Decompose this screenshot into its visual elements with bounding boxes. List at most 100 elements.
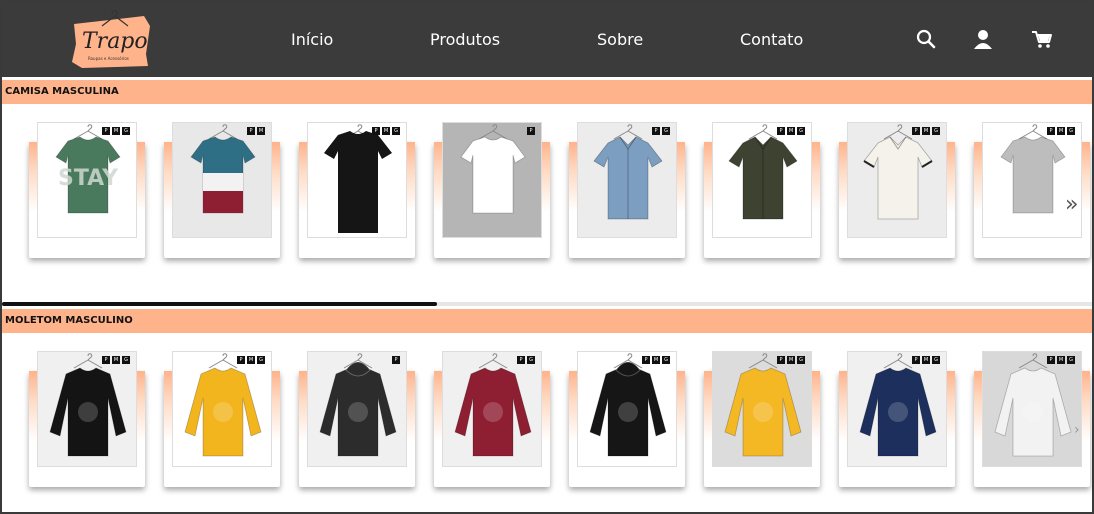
- size-badge[interactable]: M: [922, 127, 930, 135]
- section-title: CAMISA MASCULINA: [5, 86, 119, 97]
- product-card[interactable]: PM: [164, 122, 280, 259]
- size-badge[interactable]: P: [912, 356, 920, 364]
- product-image[interactable]: PG: [442, 351, 542, 467]
- size-badge[interactable]: P: [1047, 356, 1055, 364]
- product-card[interactable]: PG: [569, 122, 685, 259]
- product-card[interactable]: PMG: [839, 351, 955, 488]
- size-badge[interactable]: G: [932, 356, 940, 364]
- product-image[interactable]: PMG: [982, 122, 1082, 238]
- product-card[interactable]: PMG: [299, 122, 415, 259]
- product-image[interactable]: PMG: [172, 351, 272, 467]
- product-card[interactable]: PMG: [569, 351, 685, 488]
- product-card[interactable]: PG: [434, 351, 550, 488]
- size-badges: PMG: [777, 356, 805, 364]
- product-image[interactable]: PM: [172, 122, 272, 238]
- product-image[interactable]: PMG: [847, 351, 947, 467]
- product-image[interactable]: PMG: [307, 122, 407, 238]
- size-badge[interactable]: G: [1067, 356, 1075, 364]
- size-badge[interactable]: G: [797, 127, 805, 135]
- size-badge[interactable]: P: [102, 356, 110, 364]
- product-card[interactable]: STAY P M G: [29, 122, 145, 259]
- size-badge[interactable]: G: [1067, 127, 1075, 135]
- size-badge[interactable]: M: [247, 356, 255, 364]
- size-badge[interactable]: M: [787, 127, 795, 135]
- product-card[interactable]: PMG: [839, 122, 955, 259]
- product-card[interactable]: PMG: [704, 351, 820, 488]
- size-badge[interactable]: G: [527, 356, 535, 364]
- product-image[interactable]: STAY P M G: [37, 122, 137, 238]
- product-card[interactable]: PMG: [704, 122, 820, 259]
- size-badge[interactable]: P: [237, 356, 245, 364]
- size-badge[interactable]: P: [652, 127, 660, 135]
- nav-link-contato[interactable]: Contato: [740, 30, 803, 49]
- product-card[interactable]: P: [299, 351, 415, 488]
- search-icon[interactable]: [915, 28, 937, 50]
- size-badge[interactable]: P: [912, 127, 920, 135]
- size-badge[interactable]: M: [652, 356, 660, 364]
- size-badge[interactable]: P: [777, 127, 785, 135]
- size-badges: PMG: [372, 127, 400, 135]
- size-badge[interactable]: G: [122, 127, 130, 135]
- product-card[interactable]: PMG: [29, 351, 145, 488]
- product-image[interactable]: P: [307, 351, 407, 467]
- chevron-right-icon[interactable]: »: [1065, 192, 1078, 217]
- nav-link-inicio[interactable]: Início: [291, 30, 333, 49]
- size-badge[interactable]: M: [112, 127, 120, 135]
- product-card[interactable]: PMG: [164, 351, 280, 488]
- user-icon[interactable]: [972, 28, 994, 50]
- size-badge[interactable]: P: [247, 127, 255, 135]
- size-badge[interactable]: G: [797, 356, 805, 364]
- carousel-scrollbar-thumb[interactable]: [2, 302, 437, 306]
- size-badge[interactable]: P: [372, 127, 380, 135]
- chevron-right-icon[interactable]: ›: [1074, 422, 1080, 438]
- size-badges: PMG: [912, 356, 940, 364]
- product-image[interactable]: PMG: [37, 351, 137, 467]
- cart-icon[interactable]: [1031, 28, 1053, 50]
- size-badge[interactable]: M: [257, 127, 265, 135]
- size-badge[interactable]: M: [382, 127, 390, 135]
- svg-text:STAY: STAY: [58, 166, 119, 191]
- size-badge[interactable]: G: [392, 127, 400, 135]
- size-badge[interactable]: P: [392, 356, 400, 364]
- size-badge[interactable]: P: [102, 127, 110, 135]
- product-image[interactable]: PMG: [577, 351, 677, 467]
- size-badge[interactable]: G: [257, 356, 265, 364]
- product-image[interactable]: PMG: [712, 122, 812, 238]
- size-badge[interactable]: P: [1047, 127, 1055, 135]
- product-image[interactable]: PMG: [982, 351, 1082, 467]
- product-image[interactable]: PMG: [712, 351, 812, 467]
- size-badge[interactable]: P: [527, 127, 535, 135]
- product-card[interactable]: P: [434, 122, 550, 259]
- brand-logo[interactable]: Trapo Roupas e Acessórios: [68, 10, 152, 70]
- navbar: Trapo Roupas e Acessórios Início Produto…: [2, 2, 1092, 77]
- size-badge[interactable]: M: [112, 356, 120, 364]
- size-badge[interactable]: M: [922, 356, 930, 364]
- size-badges: PMG: [912, 127, 940, 135]
- product-card[interactable]: PMG: [974, 351, 1090, 488]
- size-badge[interactable]: M: [1057, 127, 1065, 135]
- size-badges: PMG: [102, 127, 130, 135]
- size-badge[interactable]: G: [662, 127, 670, 135]
- size-badges: PMG: [642, 356, 670, 364]
- size-badges: PMG: [102, 356, 130, 364]
- size-badge[interactable]: M: [1057, 356, 1065, 364]
- size-badge[interactable]: M: [787, 356, 795, 364]
- size-badge[interactable]: G: [662, 356, 670, 364]
- product-image[interactable]: P: [442, 122, 542, 238]
- size-badge[interactable]: P: [517, 356, 525, 364]
- size-badge[interactable]: G: [122, 356, 130, 364]
- section-header-camisa: CAMISA MASCULINA: [2, 80, 1092, 104]
- size-badge[interactable]: P: [642, 356, 650, 364]
- size-badges: PM: [247, 127, 265, 135]
- nav-link-produtos[interactable]: Produtos: [430, 30, 500, 49]
- size-badges: PG: [652, 127, 670, 135]
- size-badge[interactable]: G: [932, 127, 940, 135]
- nav-link-sobre[interactable]: Sobre: [597, 30, 643, 49]
- product-image[interactable]: PMG: [847, 122, 947, 238]
- size-badge[interactable]: P: [777, 356, 785, 364]
- svg-text:Trapo: Trapo: [82, 29, 148, 54]
- section-header-moletom: MOLETOM MASCULINO: [2, 309, 1092, 333]
- section-title: MOLETOM MASCULINO: [5, 315, 133, 326]
- product-image[interactable]: PG: [577, 122, 677, 238]
- product-card[interactable]: PMG: [974, 122, 1090, 259]
